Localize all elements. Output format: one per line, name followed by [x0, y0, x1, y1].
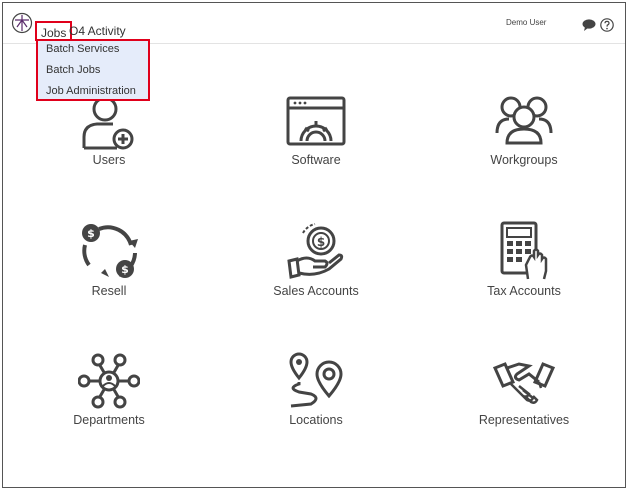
- chat-icon[interactable]: [582, 19, 596, 31]
- svg-text:$: $: [317, 235, 325, 249]
- help-icon[interactable]: [600, 18, 614, 32]
- tile-users[interactable]: Users: [9, 93, 209, 173]
- menu-item-batch-services[interactable]: Batch Services: [46, 43, 119, 55]
- nav-jobs[interactable]: Jobs: [35, 21, 73, 41]
- tile-label: Sales Accounts: [273, 284, 359, 298]
- tile-label: Users: [92, 153, 126, 167]
- tile-departments[interactable]: Departments: [9, 352, 209, 432]
- menu-item-batch-jobs[interactable]: Batch Jobs: [46, 64, 100, 76]
- tile-representatives[interactable]: Representatives: [424, 352, 624, 432]
- menu-item-job-administration[interactable]: Job Administration: [46, 85, 136, 97]
- tile-label: Departments: [73, 413, 145, 427]
- top-bar: Jobs O4 Activity Demo User: [3, 3, 625, 44]
- svg-text:$: $: [87, 227, 95, 240]
- tile-label: Tax Accounts: [487, 284, 561, 298]
- browser-gear-icon: [286, 96, 346, 146]
- calculator-icon: [500, 221, 548, 280]
- dollar-cycle-icon: $ $: [82, 224, 138, 278]
- tile-label: Software: [291, 153, 341, 167]
- group-icon: [495, 96, 553, 145]
- tile-label: Workgroups: [490, 153, 558, 167]
- tile-workgroups[interactable]: Workgroups: [424, 93, 624, 173]
- jobs-dropdown-menu: Batch Services Batch Jobs Job Administra…: [36, 39, 150, 101]
- tile-software[interactable]: Software: [216, 93, 416, 173]
- tile-label: Locations: [289, 413, 343, 427]
- user-name[interactable]: Demo User: [506, 18, 546, 27]
- handshake-icon: [493, 362, 555, 404]
- logo-icon[interactable]: [11, 12, 33, 34]
- user-add-icon: [82, 96, 134, 150]
- network-icon: [78, 353, 140, 409]
- tile-locations[interactable]: Locations: [216, 352, 416, 432]
- hand-coin-icon: $: [287, 223, 344, 279]
- tile-sales-accounts[interactable]: $ Sales Accounts: [216, 221, 416, 301]
- app-frame: Jobs O4 Activity Demo User Users Softwar…: [2, 2, 626, 488]
- svg-text:$: $: [121, 263, 129, 276]
- tile-label: Resell: [91, 284, 127, 298]
- tile-tax-accounts[interactable]: Tax Accounts: [424, 221, 624, 301]
- tile-label: Representatives: [478, 413, 570, 427]
- nav-o4-activity[interactable]: O4 Activity: [69, 21, 126, 41]
- tile-resell[interactable]: $ $ Resell: [9, 221, 209, 301]
- map-pins-icon: [289, 352, 343, 408]
